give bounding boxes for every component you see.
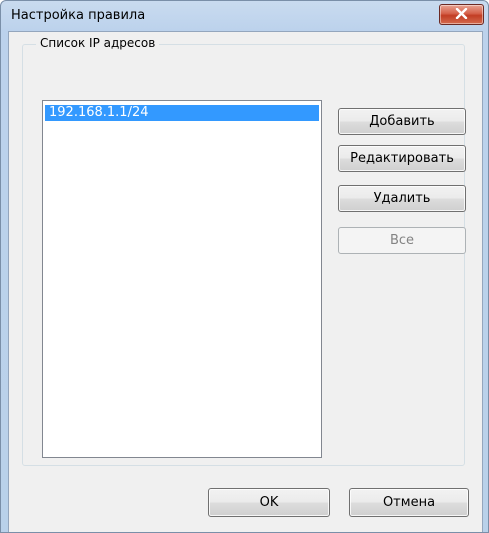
title-bar[interactable]: Настройка правила [1, 1, 488, 31]
window-title: Настройка правила [11, 8, 146, 23]
ip-address-listbox[interactable]: 192.168.1.1/24 [42, 100, 322, 458]
cancel-button[interactable]: Отмена [349, 488, 469, 517]
groupbox-legend: Список IP адресов [36, 36, 160, 50]
add-button[interactable]: Добавить [338, 108, 466, 135]
list-item[interactable]: 192.168.1.1/24 [45, 105, 319, 121]
ok-button[interactable]: OK [208, 488, 330, 517]
delete-button[interactable]: Удалить [338, 185, 466, 212]
edit-button[interactable]: Редактировать [338, 145, 466, 172]
close-button[interactable] [439, 4, 484, 25]
all-button[interactable]: Все [338, 227, 466, 254]
close-icon [455, 7, 468, 22]
